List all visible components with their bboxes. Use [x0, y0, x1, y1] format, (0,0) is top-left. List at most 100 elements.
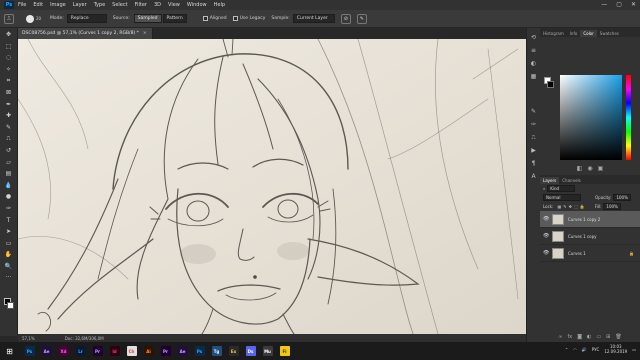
- blur-tool-icon[interactable]: 💧: [5, 182, 13, 190]
- menu-filter[interactable]: Filter: [135, 2, 147, 8]
- healing-brush-tool-icon[interactable]: ✚: [5, 112, 13, 120]
- paragraph-panel-icon[interactable]: ¶: [530, 160, 537, 167]
- wifi-icon[interactable]: ◠: [573, 347, 577, 352]
- marquee-tool-icon[interactable]: ⬚: [5, 43, 13, 51]
- zoom-level[interactable]: 57,1%: [22, 336, 35, 341]
- use-legacy-checkbox[interactable]: [232, 16, 238, 21]
- menu-select[interactable]: Select: [112, 2, 127, 8]
- taskbar-app-icon[interactable]: Fi: [279, 346, 290, 356]
- link-layers-icon[interactable]: ∞: [558, 334, 562, 340]
- new-layer-icon[interactable]: ⊞: [606, 334, 610, 340]
- layer-style-icon[interactable]: fx: [567, 334, 572, 340]
- maximize-button[interactable]: ▢: [616, 1, 622, 8]
- type-tool-icon[interactable]: T: [5, 217, 13, 225]
- hand-tool-icon[interactable]: ✋: [5, 251, 13, 259]
- pressure-icon[interactable]: ✎: [356, 13, 367, 24]
- zoom-tool-icon[interactable]: 🔍: [5, 263, 13, 271]
- clone-stamp-tool-icon[interactable]: ⎍: [4, 13, 14, 24]
- eyedropper-tool-icon[interactable]: ✒: [5, 101, 13, 109]
- windows-start-icon[interactable]: ⊞: [4, 346, 15, 357]
- minimize-button[interactable]: —: [601, 1, 607, 8]
- quick-select-tool-icon[interactable]: ✧: [5, 66, 13, 74]
- tab-swatches[interactable]: Swatches: [597, 30, 622, 37]
- taskbar-app-icon[interactable]: Pr: [160, 346, 171, 356]
- color-panel-icon-1[interactable]: ◧: [577, 165, 583, 175]
- visibility-eye-icon[interactable]: 👁: [543, 216, 549, 222]
- lasso-tool-icon[interactable]: ◌: [5, 54, 13, 62]
- tab-histogram[interactable]: Histogram: [540, 30, 567, 37]
- tab-channels[interactable]: Channels: [559, 177, 584, 184]
- path-selection-tool-icon[interactable]: ➤: [5, 228, 13, 236]
- taskbar-app-icon[interactable]: Ps: [194, 346, 205, 356]
- tab-layers[interactable]: Layers: [540, 177, 560, 184]
- lock-icons[interactable]: ▦✎✥⬚🔒: [557, 204, 586, 209]
- fill-input[interactable]: 100%: [603, 203, 621, 210]
- adjustment-layer-icon[interactable]: ◐: [587, 334, 591, 340]
- menu-edit[interactable]: Edit: [33, 2, 43, 8]
- layer-name[interactable]: Curves 1 copy 2: [568, 217, 640, 222]
- language-indicator[interactable]: РУС: [592, 347, 600, 352]
- dodge-tool-icon[interactable]: ●: [5, 193, 13, 201]
- color-picker-field[interactable]: [560, 75, 622, 160]
- menu-3d[interactable]: 3D: [154, 2, 161, 8]
- menu-window[interactable]: Window: [187, 2, 207, 8]
- taskbar-app-icon[interactable]: Pr: [92, 346, 103, 356]
- brush-tool-icon[interactable]: ✎: [5, 124, 13, 132]
- group-icon[interactable]: ▭: [596, 334, 601, 340]
- document-canvas[interactable]: [18, 39, 526, 334]
- layer-row[interactable]: 👁 Curves 1 copy: [540, 228, 640, 245]
- pen-tool-icon[interactable]: ✑: [5, 205, 13, 213]
- pattern-button[interactable]: Pattern: [162, 14, 187, 23]
- ignore-adjustment-layers-icon[interactable]: ⊘: [340, 13, 351, 24]
- taskbar-app-icon[interactable]: Ae: [177, 346, 188, 356]
- background-color-swatch[interactable]: [7, 302, 14, 309]
- frame-tool-icon[interactable]: ⊠: [5, 89, 13, 97]
- clock[interactable]: 10:03 12.09.2019: [604, 344, 627, 354]
- volume-icon[interactable]: 🔊: [582, 347, 587, 352]
- background-swatch[interactable]: [547, 81, 554, 88]
- adjustments-panel-icon[interactable]: ◐: [530, 60, 537, 67]
- menu-file[interactable]: File: [18, 2, 26, 8]
- document-size-info[interactable]: Doc: 32,6M/306,0M: [65, 336, 104, 341]
- blend-mode-select[interactable]: Normal: [543, 194, 581, 201]
- layer-name[interactable]: Curves 1: [568, 251, 629, 256]
- kind-filter-select[interactable]: Kind: [547, 185, 576, 192]
- layer-row[interactable]: 👁 Curves 1 copy 2: [540, 211, 640, 228]
- color-panel-icon-2[interactable]: ◉: [587, 165, 592, 175]
- add-mask-icon[interactable]: ◙: [577, 334, 582, 340]
- menu-image[interactable]: Image: [50, 2, 66, 8]
- close-document-icon[interactable]: ×: [143, 31, 147, 36]
- tab-info[interactable]: Info: [567, 30, 581, 37]
- properties-panel-icon[interactable]: ≡: [530, 47, 537, 54]
- menu-layer[interactable]: Layer: [73, 2, 87, 8]
- taskbar-app-icon[interactable]: Ds: [245, 346, 256, 356]
- taskbar-app-icon[interactable]: Ex: [228, 346, 239, 356]
- hue-slider[interactable]: [626, 75, 631, 160]
- menu-help[interactable]: Help: [214, 2, 225, 8]
- tab-color[interactable]: Color: [580, 30, 597, 37]
- aligned-option[interactable]: Aligned: [202, 16, 227, 21]
- taskbar-app-icon[interactable]: Ae: [41, 346, 52, 356]
- rectangle-tool-icon[interactable]: ▭: [5, 240, 13, 248]
- character-panel-icon[interactable]: A: [530, 173, 537, 180]
- menu-type[interactable]: Type: [94, 2, 105, 8]
- sampled-button[interactable]: Sampled: [133, 14, 162, 23]
- brush-settings-panel-icon[interactable]: ✎: [530, 108, 537, 115]
- opacity-input[interactable]: 100%: [613, 194, 631, 201]
- taskbar-app-icon[interactable]: Id: [109, 346, 120, 356]
- brush-preset-picker[interactable]: 20: [26, 12, 46, 26]
- history-panel-icon[interactable]: ⟲: [530, 34, 537, 41]
- taskbar-app-icon[interactable]: Tg: [211, 346, 222, 356]
- brushes-panel-icon[interactable]: ✑: [530, 121, 537, 128]
- taskbar-app-icon[interactable]: Mu: [262, 346, 273, 356]
- notifications-icon[interactable]: ▭: [632, 347, 636, 352]
- visibility-eye-icon[interactable]: 👁: [543, 233, 549, 239]
- move-tool-icon[interactable]: ✥: [5, 31, 13, 39]
- layer-row[interactable]: 👁 Curves 1 🔒: [540, 245, 640, 262]
- close-button[interactable]: ✕: [631, 1, 636, 8]
- actions-panel-icon[interactable]: ▶: [530, 147, 537, 154]
- layer-name[interactable]: Curves 1 copy: [568, 234, 640, 239]
- sample-select[interactable]: Current Layer: [292, 14, 335, 23]
- trash-icon[interactable]: 🗑: [615, 334, 621, 340]
- visibility-eye-icon[interactable]: 👁: [543, 250, 549, 256]
